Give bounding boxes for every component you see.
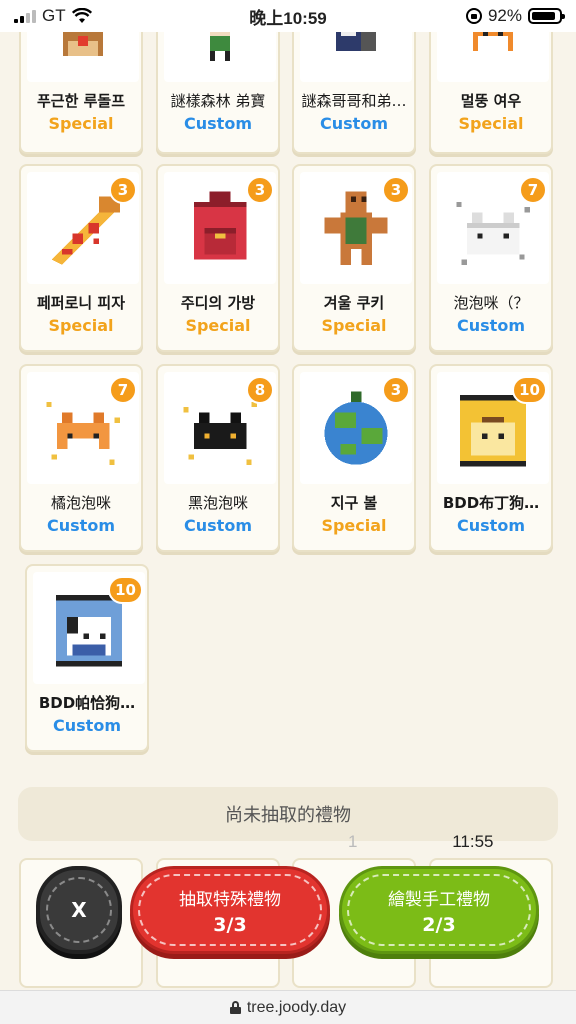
draw-special-count: 3/3 — [213, 913, 247, 936]
gift-name: 黑泡泡咪 — [187, 494, 248, 512]
gift-type: Custom — [184, 516, 252, 535]
gift-type: Special — [321, 316, 387, 335]
draw-special-label: 抽取特殊禮物 — [179, 889, 281, 910]
count-badge: 8 — [246, 376, 274, 404]
gift-name: 페퍼로니 피자 — [36, 294, 126, 312]
rotation-lock-icon — [465, 8, 482, 24]
gift-type: Special — [321, 516, 387, 535]
status-time: 晚上10:59 — [249, 8, 327, 28]
close-icon: X — [71, 898, 87, 922]
count-badge: 3 — [382, 376, 410, 404]
gift-type: Special — [458, 114, 524, 133]
gift-name: 주디의 가방 — [180, 294, 256, 312]
gift-card[interactable]: 3 페퍼로니 피자 Special — [19, 164, 143, 352]
gift-type: Special — [185, 316, 251, 335]
url-text: tree.joody.day — [246, 998, 347, 1016]
gift-name: BDD布丁狗… — [442, 494, 540, 512]
gift-card[interactable]: 7 橘泡泡咪 Custom — [19, 364, 143, 552]
gift-name: 푸근한 루돌프 — [36, 92, 126, 110]
gift-name: 멀뚱 여우 — [460, 92, 522, 110]
wifi-icon — [71, 8, 92, 23]
gift-type: Special — [48, 114, 114, 133]
signal-icon — [14, 9, 36, 23]
status-bar: GT 晚上10:59 92% — [0, 0, 576, 32]
draw-custom-count: 2/3 — [422, 913, 456, 936]
count-badge: 7 — [109, 376, 137, 404]
status-left: GT — [14, 6, 174, 26]
gift-type: Custom — [457, 516, 525, 535]
gift-name: 謎森哥哥和弟… — [301, 92, 407, 110]
gift-type: Custom — [184, 114, 252, 133]
gift-type: Custom — [53, 716, 121, 735]
battery-icon — [527, 8, 565, 24]
count-badge: 10 — [108, 576, 143, 604]
draw-custom-label: 繪製手工禮物 — [388, 889, 490, 910]
gift-name: 橘泡泡咪 — [50, 494, 111, 512]
gift-card[interactable]: 10 BDD帕恰狗… Custom — [25, 564, 149, 752]
gift-name: 謎樣森林 弟寶 — [170, 92, 266, 110]
count-badge: 3 — [246, 176, 274, 204]
gift-name: BDD帕恰狗… — [38, 694, 136, 712]
gift-card[interactable]: 10 BDD布丁狗… Custom — [429, 364, 553, 552]
gift-card[interactable]: 3 지구 볼 Special — [292, 364, 416, 552]
gift-card[interactable]: 7 泡泡咪（？ Custom — [429, 164, 553, 352]
battery-percent: 92% — [487, 6, 522, 25]
gift-name: 지구 볼 — [330, 494, 378, 512]
gift-card[interactable]: 3 겨울 쿠키 Special — [292, 164, 416, 352]
status-right: 92% — [402, 6, 565, 26]
gift-name: 겨울 쿠키 — [323, 294, 385, 312]
draw-special-gift-button[interactable]: 抽取特殊禮物 3/3 — [130, 866, 330, 954]
overlay-clock: 1 11:55 — [348, 832, 493, 852]
count-badge: 3 — [109, 176, 137, 204]
gift-type: Custom — [47, 516, 115, 535]
carrier-label: GT — [42, 6, 66, 25]
count-badge: 3 — [382, 176, 410, 204]
draw-custom-gift-button[interactable]: 繪製手工禮物 2/3 — [339, 866, 539, 954]
close-button[interactable]: X — [36, 866, 122, 954]
gift-type: Custom — [457, 316, 525, 335]
lock-icon — [229, 1001, 241, 1014]
overlay-ghost-text: 1 — [348, 832, 358, 851]
count-badge: 7 — [519, 176, 547, 204]
gift-type: Special — [48, 316, 114, 335]
gift-card[interactable]: 3 주디의 가방 Special — [156, 164, 280, 352]
overlay-time: 11:55 — [452, 832, 494, 851]
count-badge: 10 — [512, 376, 547, 404]
address-bar[interactable]: tree.joody.day — [0, 990, 576, 1024]
gift-card[interactable]: 8 黑泡泡咪 Custom — [156, 364, 280, 552]
gift-type: Custom — [320, 114, 388, 133]
gift-name: 泡泡咪（？ — [453, 294, 529, 312]
